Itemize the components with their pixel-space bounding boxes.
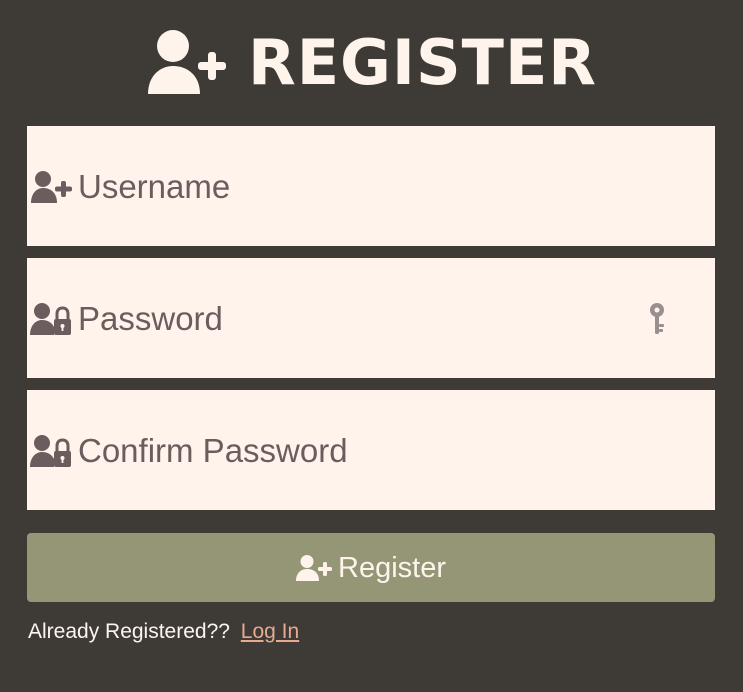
username-input[interactable] <box>78 164 648 210</box>
register-page: REGISTER Username Register Already Regis… <box>0 0 743 692</box>
password-field-container <box>27 258 715 378</box>
confirm-password-input[interactable] <box>78 428 648 474</box>
user-plus-icon <box>147 30 226 94</box>
password-input[interactable] <box>78 296 648 342</box>
user-lock-icon <box>30 303 71 335</box>
confirm-password-field-container <box>27 390 715 510</box>
login-link[interactable]: Log In <box>241 620 299 643</box>
user-plus-icon <box>296 554 332 581</box>
login-prompt: Already Registered?? Log In <box>28 618 428 646</box>
page-title: REGISTER <box>247 26 598 99</box>
register-button[interactable]: Register <box>27 533 715 602</box>
register-button-label: Register <box>338 551 446 584</box>
page-header: REGISTER <box>0 24 743 100</box>
username-field-container <box>27 126 715 246</box>
already-registered-text: Already Registered?? <box>28 620 230 643</box>
user-plus-icon <box>31 171 72 203</box>
user-lock-icon <box>30 435 71 467</box>
key-icon <box>650 303 664 334</box>
show-password-toggle[interactable] <box>647 302 667 336</box>
